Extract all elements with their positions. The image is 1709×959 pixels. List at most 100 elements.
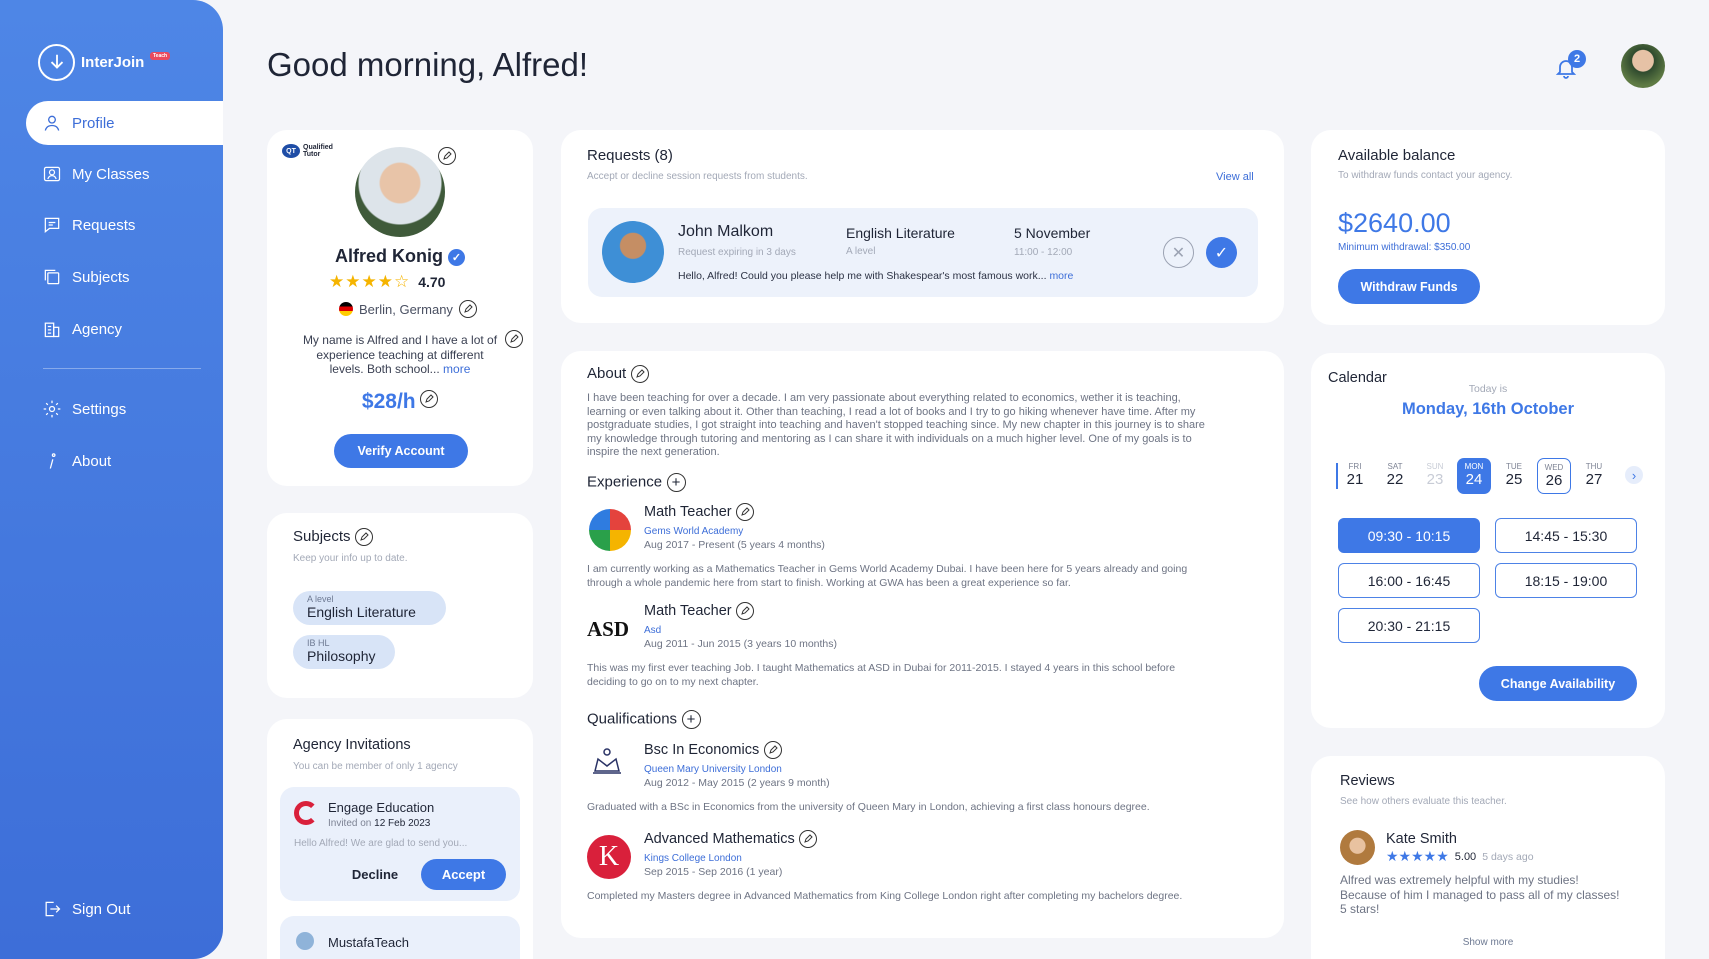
sidebar-item-subjects[interactable]: Subjects [26, 255, 223, 299]
user-avatar[interactable] [1621, 44, 1665, 88]
subject-chip[interactable]: IB HL Philosophy [293, 635, 395, 669]
edit-rate-icon[interactable] [420, 390, 439, 408]
kings-college-logo-icon: K [587, 835, 631, 879]
time-slot[interactable]: 20:30 - 21:15 [1338, 608, 1480, 643]
day-wed[interactable]: WED 26 [1537, 458, 1571, 494]
qualifications-title-row: Qualifications + [587, 710, 701, 729]
hourly-rate: $28/h [361, 390, 416, 413]
invite-date: 12 Feb 2023 [374, 818, 431, 829]
day-tue[interactable]: TUE 25 [1497, 458, 1531, 494]
request-expiry: Request expiring in 3 days [678, 247, 796, 258]
requests-card: Requests (8) Accept or decline session r… [561, 130, 1284, 323]
queen-mary-logo-icon [589, 743, 625, 777]
time-slot[interactable]: 09:30 - 10:15 [1338, 518, 1480, 553]
reviews-card: Reviews See how others evaluate this tea… [1311, 756, 1665, 959]
experience-desc: I am currently working as a Mathematics … [587, 563, 1188, 589]
qualification-org[interactable]: Queen Mary University London [644, 764, 782, 775]
verify-account-button[interactable]: Verify Account [334, 434, 468, 468]
day-number: 24 [1465, 471, 1483, 488]
request-message-row: Hello, Alfred! Could you please help me … [678, 270, 1073, 282]
time-slot[interactable]: 16:00 - 16:45 [1338, 563, 1480, 598]
request-level: A level [846, 246, 876, 257]
decline-request-button[interactable]: ✕ [1163, 237, 1194, 268]
subjects-title: Subjects [293, 528, 351, 546]
time-slot[interactable]: 18:15 - 19:00 [1495, 563, 1637, 598]
time-slot[interactable]: 14:45 - 15:30 [1495, 518, 1637, 553]
about-title-row: About [587, 365, 649, 383]
edit-bio-icon[interactable] [505, 330, 523, 348]
next-week-button[interactable]: › [1625, 466, 1643, 484]
day-number: 26 [1545, 472, 1563, 489]
change-availability-button[interactable]: Change Availability [1479, 666, 1637, 701]
today-label: Today is [1468, 383, 1508, 395]
sidebar-item-about[interactable]: About [26, 439, 223, 483]
day-fri[interactable]: FRI 21 [1338, 458, 1372, 494]
edit-subjects-icon[interactable] [355, 528, 373, 546]
edit-qualification-icon[interactable] [763, 741, 782, 759]
invite-date-row: Invited on 12 Feb 2023 [328, 818, 430, 829]
agency-invite-card: MustafaTeach [280, 916, 520, 959]
show-more-link[interactable]: Show more [1311, 937, 1665, 948]
bio-more-link[interactable]: more [443, 362, 470, 376]
student-name: John Malkom [678, 223, 774, 240]
minimum-withdrawal: Minimum withdrawal: $350.00 [1338, 242, 1471, 253]
sidebar-item-settings[interactable]: Settings [26, 387, 223, 431]
edit-about-icon[interactable] [630, 365, 649, 383]
day-sat[interactable]: SAT 22 [1378, 458, 1412, 494]
add-qualification-icon[interactable]: + [681, 710, 701, 729]
balance-amount: $2640.00 [1338, 208, 1451, 238]
experience-org[interactable]: Gems World Academy [644, 526, 743, 537]
subject-chip[interactable]: A level English Literature [293, 591, 446, 625]
invited-label: Invited on [328, 818, 372, 829]
mustafa-logo-icon [296, 932, 314, 950]
edit-experience-icon[interactable] [736, 503, 755, 521]
request-date: 5 November [1014, 225, 1091, 241]
rate-row: $28/h [267, 390, 533, 414]
sidebar-item-label: Settings [72, 400, 127, 418]
withdraw-funds-button[interactable]: Withdraw Funds [1338, 269, 1480, 304]
view-all-link[interactable]: View all [1216, 171, 1254, 183]
brand-logo[interactable]: InterJoin Teach [38, 44, 171, 81]
day-mon[interactable]: MON 24 [1457, 458, 1491, 494]
subjects-card: Subjects Keep your info up to date. A le… [267, 513, 533, 698]
profile-name: Alfred Konig [334, 246, 443, 266]
subject-name: Philosophy [307, 648, 376, 664]
edit-avatar-icon[interactable] [438, 147, 456, 165]
review-rating-row: ★★★★★ 5.00 5 days ago [1386, 848, 1534, 865]
edit-location-icon[interactable] [458, 300, 477, 318]
experience-row: Math Teacher [644, 503, 755, 521]
review-stars-icon: ★★★★★ [1386, 848, 1449, 864]
add-experience-icon[interactable]: + [666, 473, 686, 492]
agency-title: Agency Invitations [293, 737, 411, 753]
edit-qualification-icon[interactable] [799, 830, 818, 848]
reviewer-avatar [1340, 830, 1375, 865]
accept-invite-button[interactable]: Accept [421, 859, 506, 890]
request-more-link[interactable]: more [1049, 270, 1073, 282]
profile-avatar [355, 147, 445, 237]
accept-request-button[interactable]: ✓ [1206, 237, 1237, 268]
requests-subtitle: Accept or decline session requests from … [587, 171, 808, 182]
calendar-card: Calendar Today is Monday, 16th October F… [1311, 353, 1665, 728]
reviews-title: Reviews [1340, 773, 1395, 789]
sidebar-item-requests[interactable]: Requests [26, 203, 223, 247]
sidebar-item-agency[interactable]: Agency [26, 307, 223, 351]
sidebar-item-label: My Classes [72, 165, 150, 183]
notification-bell[interactable]: 2 [1554, 50, 1586, 83]
experience-row: Math Teacher [644, 602, 755, 620]
day-thu[interactable]: THU 27 [1577, 458, 1611, 494]
qualification-org[interactable]: Kings College London [644, 853, 742, 864]
qt-badge-icon: QT [282, 144, 300, 158]
sidebar-item-profile[interactable]: Profile [26, 101, 223, 145]
asd-logo-icon: ASD [587, 617, 630, 641]
balance-title: Available balance [1338, 147, 1456, 164]
experience-desc: This was my first ever teaching Job. I t… [587, 662, 1176, 688]
edit-experience-icon[interactable] [736, 602, 755, 620]
about-text: I have been teaching for over a decade. … [587, 392, 1205, 458]
request-item: John Malkom Request expiring in 3 days E… [588, 208, 1258, 297]
experience-org[interactable]: Asd [644, 625, 661, 636]
decline-invite-button[interactable]: Decline [340, 859, 410, 889]
sidebar-item-my-classes[interactable]: My Classes [26, 152, 223, 196]
user-icon [44, 115, 60, 131]
day-number: 23 [1426, 471, 1444, 488]
sign-out-button[interactable]: Sign Out [26, 887, 223, 931]
